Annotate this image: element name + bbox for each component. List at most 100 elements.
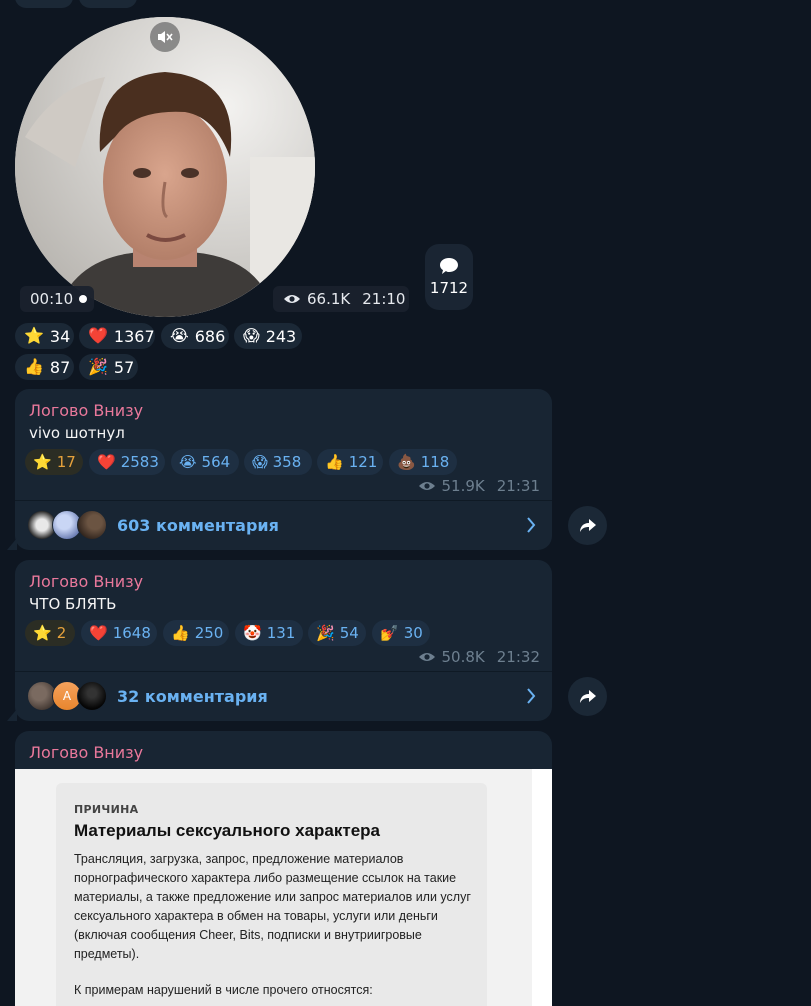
avatar	[77, 510, 107, 540]
party-popper-icon: 🎉	[316, 624, 335, 642]
thumbs-up-icon: 👍	[24, 357, 44, 376]
examples-intro: К примерам нарушений в числе прочего отн…	[74, 983, 373, 997]
thumbs-up-icon: 👍	[171, 624, 190, 642]
violation-card: ПРИЧИНА Материалы сексуального характера…	[56, 783, 487, 1006]
reaction-count: 17	[56, 453, 76, 471]
reaction-crying[interactable]: 😭 686	[161, 323, 229, 349]
comments-count: 1712	[429, 279, 469, 297]
share-arrow-icon	[579, 518, 596, 532]
nail-polish-icon: 💅	[380, 624, 399, 642]
mute-button[interactable]	[150, 22, 180, 52]
heart-icon: ❤️	[88, 326, 108, 345]
reaction-count: 131	[266, 624, 296, 642]
reaction-count: 118	[420, 453, 450, 471]
sender-name[interactable]: Логово Внизу	[29, 743, 143, 762]
reaction-count: 121	[348, 453, 378, 471]
eye-icon	[284, 295, 300, 303]
comments-button[interactable]: 1712	[425, 244, 473, 310]
message-time: 21:31	[496, 477, 540, 495]
star-icon: ⭐	[33, 624, 52, 642]
reason-label: ПРИЧИНА	[74, 803, 139, 816]
video-duration-chip: 00:10	[20, 286, 94, 312]
reaction-count: 34	[49, 326, 71, 346]
comment-bubble-icon	[440, 258, 458, 274]
reaction-star[interactable]: ⭐ 17	[25, 449, 83, 475]
video-note[interactable]	[15, 17, 315, 317]
reaction-count: 2	[56, 624, 67, 642]
reaction-thumbs-up[interactable]: 👍 250	[163, 620, 229, 646]
crying-face-icon: 😭	[170, 326, 189, 345]
video-duration: 00:10	[30, 290, 74, 308]
reaction-pill-cut[interactable]	[15, 0, 73, 8]
screaming-face-icon: 😱	[252, 453, 268, 471]
clown-face-icon: 🤡	[243, 624, 262, 642]
message-meta: 51.9K 21:31	[418, 477, 540, 495]
heart-icon: ❤️	[89, 624, 108, 642]
reaction-count: 2583	[120, 453, 159, 471]
video-meta-chip: 66.1K 21:10	[273, 286, 409, 312]
reaction-party[interactable]: 🎉 54	[308, 620, 366, 646]
eye-icon	[418, 482, 435, 490]
reaction-screaming[interactable]: 😱 358	[244, 449, 312, 475]
video-frame-image	[15, 17, 315, 317]
message-text: ЧТО БЛЯТЬ	[29, 595, 117, 613]
commenter-avatars	[27, 510, 107, 540]
reaction-count: 358	[272, 453, 302, 471]
message-image[interactable]: ПРИЧИНА Материалы сексуального характера…	[15, 769, 552, 1006]
reaction-star[interactable]: ⭐ 2	[25, 620, 75, 646]
share-button[interactable]	[568, 506, 607, 545]
reaction-count: 1648	[112, 624, 151, 642]
star-icon: ⭐	[24, 326, 44, 345]
share-button[interactable]	[568, 677, 607, 716]
message-bubble[interactable]: Логово Внизу vivo шотнул ⭐ 17 ❤️ 2583 😭 …	[7, 389, 552, 550]
reaction-count: 243	[265, 326, 297, 346]
commenter-avatars: A	[27, 681, 107, 711]
reaction-heart[interactable]: ❤️ 1367	[79, 323, 155, 349]
reaction-count: 30	[403, 624, 423, 642]
message-bubble[interactable]: Логово Внизу ЧТО БЛЯТЬ ⭐ 2 ❤️ 1648 👍 250…	[7, 560, 552, 721]
sender-name[interactable]: Логово Внизу	[29, 572, 143, 591]
thumbs-up-icon: 👍	[325, 453, 344, 471]
reaction-heart[interactable]: ❤️ 2583	[89, 449, 165, 475]
image-scrollbar	[532, 769, 552, 1006]
reaction-heart[interactable]: ❤️ 1648	[81, 620, 157, 646]
reaction-pill-cut[interactable]	[79, 0, 137, 8]
reaction-count: 564	[201, 453, 231, 471]
reaction-count: 57	[113, 357, 135, 377]
comments-link[interactable]: A 32 комментария	[15, 672, 552, 720]
reaction-count: 87	[49, 357, 71, 377]
reaction-poo[interactable]: 💩 118	[389, 449, 457, 475]
comments-count-label: 603 комментария	[117, 515, 279, 535]
message-time: 21:32	[496, 648, 540, 666]
crying-face-icon: 😭	[179, 453, 197, 471]
reaction-count: 686	[194, 326, 226, 346]
reaction-thumbs-up[interactable]: 👍 87	[15, 354, 74, 380]
reaction-count: 1367	[113, 326, 155, 346]
star-icon: ⭐	[33, 453, 52, 471]
comments-link[interactable]: 603 комментария	[15, 501, 552, 549]
chevron-right-icon	[527, 517, 536, 533]
eye-icon	[418, 653, 435, 661]
pile-of-poo-icon: 💩	[397, 453, 416, 471]
avatar	[77, 681, 107, 711]
share-arrow-icon	[579, 689, 596, 703]
reaction-clown[interactable]: 🤡 131	[235, 620, 303, 646]
reaction-thumbs-up[interactable]: 👍 121	[317, 449, 383, 475]
chevron-right-icon	[527, 688, 536, 704]
reaction-nail-polish[interactable]: 💅 30	[372, 620, 430, 646]
reaction-star[interactable]: ⭐ 34	[15, 323, 74, 349]
view-count: 51.9K	[441, 477, 485, 495]
sender-name[interactable]: Логово Внизу	[29, 401, 143, 420]
reason-body: Трансляция, загрузка, запрос, предложени…	[74, 852, 471, 961]
recording-dot-icon	[79, 295, 88, 303]
heart-icon: ❤️	[97, 453, 116, 471]
party-popper-icon: 🎉	[88, 357, 108, 376]
reaction-crying[interactable]: 😭 564	[171, 449, 239, 475]
reaction-party[interactable]: 🎉 57	[79, 354, 138, 380]
speaker-muted-icon	[158, 31, 173, 43]
screaming-face-icon: 😱	[243, 326, 260, 345]
reaction-count: 250	[194, 624, 224, 642]
reaction-screaming[interactable]: 😱 243	[234, 323, 302, 349]
reaction-count: 54	[339, 624, 359, 642]
comments-count-label: 32 комментария	[117, 686, 268, 706]
